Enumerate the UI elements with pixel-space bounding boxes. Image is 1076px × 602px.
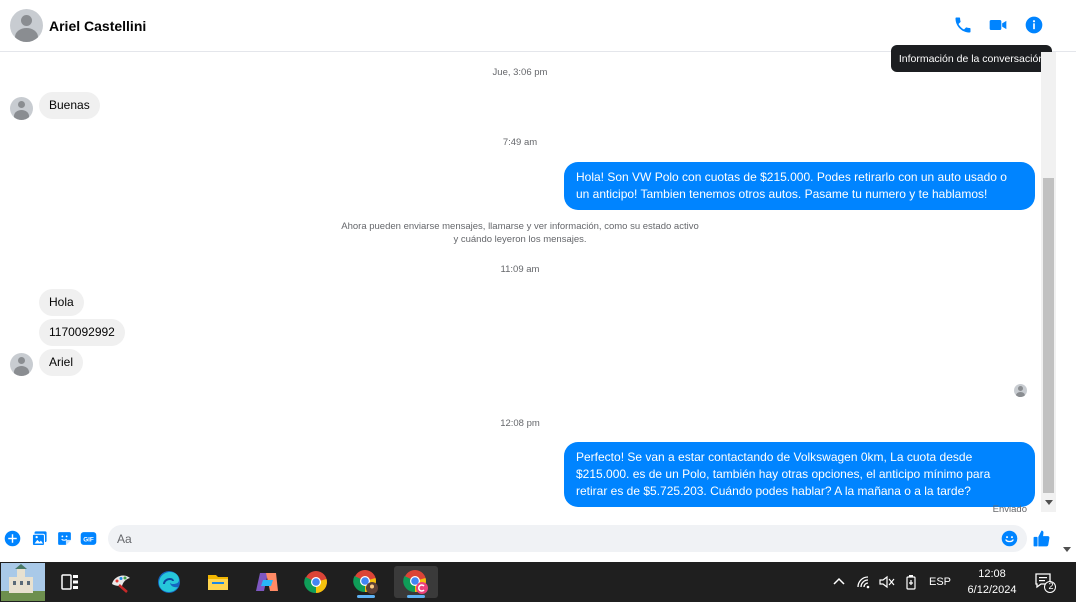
copilot-icon <box>256 573 278 591</box>
incoming-message[interactable]: Hola <box>39 289 84 316</box>
message-scrollbar[interactable] <box>1041 52 1056 512</box>
taskbar-edge[interactable] <box>149 566 189 598</box>
show-hidden-icons-button[interactable] <box>828 562 850 602</box>
sent-status: Enviado <box>992 504 1027 515</box>
chrome-profile-icon <box>353 570 378 594</box>
wifi-icon <box>857 576 870 589</box>
incoming-message[interactable]: Ariel <box>39 349 84 376</box>
active-indicator <box>407 595 425 598</box>
task-view-button[interactable] <box>50 566 90 598</box>
taskbar-file-explorer[interactable] <box>198 566 238 598</box>
timestamp: 11:09 am <box>500 264 540 275</box>
plus-icon[interactable] <box>4 530 21 547</box>
network-button[interactable] <box>853 562 875 602</box>
seen-receipt-avatar <box>1014 384 1027 397</box>
input-language[interactable]: ESP <box>926 562 954 602</box>
chevron-up-icon <box>833 577 845 585</box>
gif-label: GIF <box>83 536 94 543</box>
outgoing-message[interactable]: Hola! Son VW Polo con cuotas de $215.000… <box>564 162 1035 210</box>
notification-count-badge: 2 <box>1048 581 1054 591</box>
conversation-header: Ariel Castellini Información de la conve… <box>0 0 1076 72</box>
timestamp: 12:08 pm <box>500 418 540 429</box>
clock-time: 12:08 <box>978 568 1006 580</box>
contact-avatar[interactable] <box>10 9 43 42</box>
taskbar-copilot[interactable] <box>247 566 287 598</box>
gif-icon[interactable]: GIF <box>80 530 97 547</box>
timestamp: Jue, 3:06 pm <box>492 67 548 78</box>
battery-plug-icon <box>906 575 916 590</box>
sticker-icon[interactable] <box>56 530 73 547</box>
taskbar-app-1[interactable] <box>101 566 141 598</box>
edge-browser-icon <box>158 571 180 593</box>
notification-center-button[interactable]: 2 <box>1030 562 1060 602</box>
scroll-down-arrow-icon[interactable] <box>1045 500 1053 505</box>
emoji-icon[interactable] <box>1001 530 1018 547</box>
weather-widget[interactable] <box>0 562 46 602</box>
chrome-icon <box>304 571 327 594</box>
windows-taskbar: ESP 12:08 6/12/2024 2 <box>0 562 1076 602</box>
video-call-icon[interactable] <box>988 15 1008 35</box>
outgoing-message[interactable]: Perfecto! Se van a estar contactando de … <box>564 442 1035 507</box>
timestamp: 7:49 am <box>502 137 538 148</box>
task-view-icon <box>61 574 78 590</box>
volume-button[interactable] <box>876 562 898 602</box>
sender-avatar[interactable] <box>10 353 33 376</box>
volume-muted-icon <box>879 575 895 589</box>
message-composer: GIF <box>0 522 1060 556</box>
messenger-window: Ariel Castellini Información de la conve… <box>0 0 1076 602</box>
phone-call-icon[interactable] <box>953 15 973 35</box>
message-list: Jue, 3:06 pm Buenas 7:49 am Hola! Son VW… <box>0 52 1040 522</box>
page-scroll-down-arrow-icon[interactable] <box>1063 547 1071 552</box>
incoming-message[interactable]: Buenas <box>39 92 100 119</box>
folder-icon <box>208 575 228 590</box>
chrome-profile-c-icon <box>403 570 428 594</box>
taskbar-chrome[interactable] <box>296 566 336 598</box>
taskbar-chrome-profile-c[interactable] <box>394 566 438 598</box>
message-input[interactable] <box>108 525 1027 552</box>
incoming-message[interactable]: 1170092992 <box>39 319 125 346</box>
photo-icon[interactable] <box>31 530 48 547</box>
taskbar-chrome-profile-a[interactable] <box>346 566 386 598</box>
sender-avatar[interactable] <box>10 97 33 120</box>
system-notice: Ahora pueden enviarse mensajes, llamarse… <box>341 221 699 245</box>
contact-name[interactable]: Ariel Castellini <box>49 18 146 34</box>
info-icon[interactable] <box>1024 15 1044 35</box>
clock-date: 6/12/2024 <box>967 584 1017 596</box>
paint-app-icon <box>112 575 130 593</box>
running-indicator <box>357 595 375 598</box>
battery-button[interactable] <box>900 562 922 602</box>
scrollbar-thumb[interactable] <box>1043 178 1054 493</box>
like-thumb-icon[interactable] <box>1032 529 1051 548</box>
castle-widget-icon <box>1 563 45 601</box>
system-clock[interactable]: 12:08 6/12/2024 <box>958 566 1026 598</box>
